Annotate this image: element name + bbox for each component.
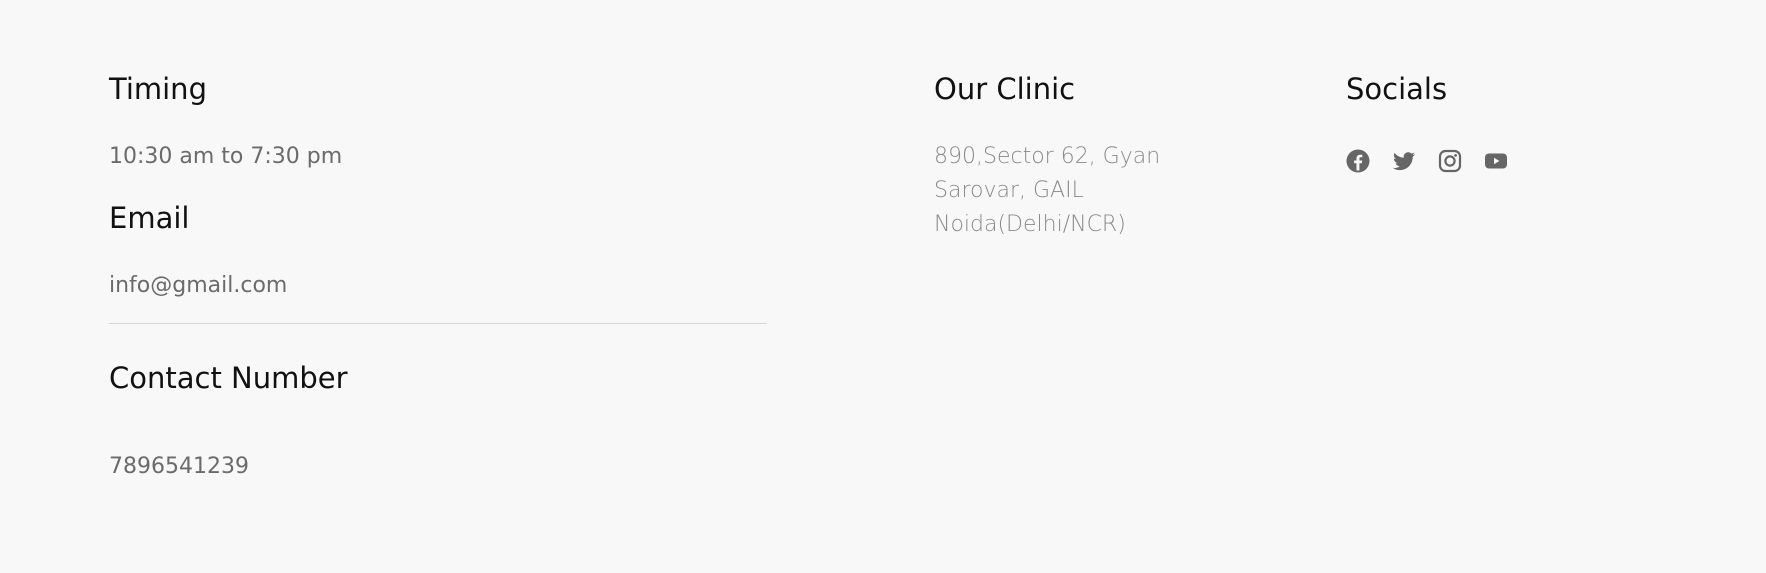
clinic-address: 890,Sector 62, Gyan Sarovar, GAIL Noida(… [934, 140, 1194, 242]
socials-heading: Socials [1346, 72, 1448, 106]
timing-value: 10:30 am to 7:30 pm [109, 144, 343, 169]
clinic-heading: Our Clinic [934, 72, 1076, 106]
clinic-address-line: Noida(Delhi/NCR) [934, 212, 1126, 237]
email-heading: Email [109, 201, 190, 235]
contact-heading: Contact Number [109, 361, 348, 395]
email-value: info@gmail.com [109, 273, 288, 298]
instagram-icon[interactable] [1438, 149, 1462, 173]
divider [109, 323, 767, 324]
contact-value: 7896541239 [109, 454, 249, 479]
facebook-icon[interactable] [1346, 149, 1370, 173]
clinic-address-line: 890,Sector 62, Gyan [934, 144, 1161, 169]
youtube-icon[interactable] [1484, 149, 1508, 173]
clinic-address-line: Sarovar, GAIL [934, 178, 1084, 203]
twitter-icon[interactable] [1392, 149, 1416, 173]
social-links [1346, 149, 1508, 173]
timing-heading: Timing [109, 72, 207, 106]
